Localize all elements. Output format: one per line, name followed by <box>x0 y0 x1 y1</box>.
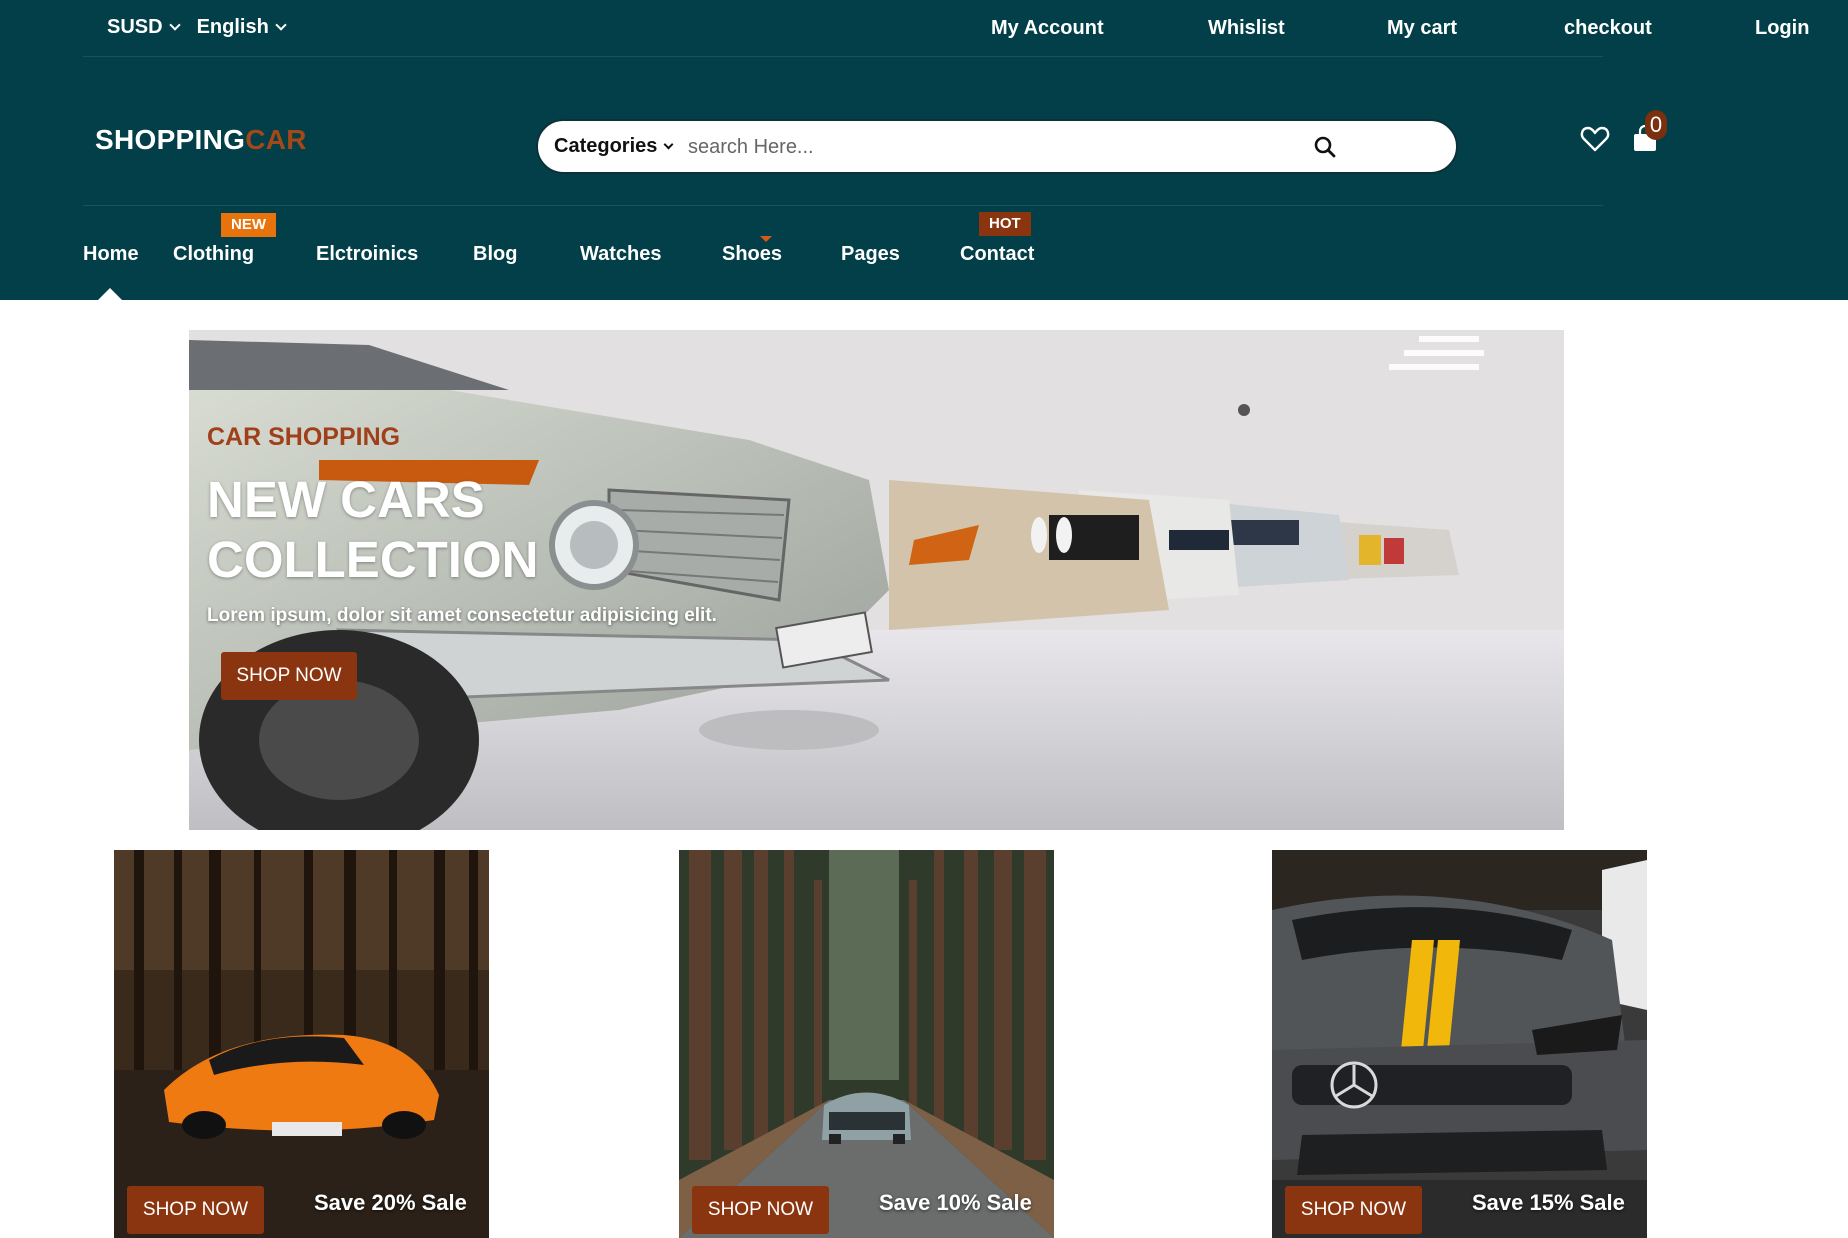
language-label: English <box>196 16 269 38</box>
wishlist-link[interactable]: Whislist <box>1208 17 1285 40</box>
hero-banner: CAR SHOPPING NEW CARS COLLECTION Lorem i… <box>189 330 1564 830</box>
forest-road-car-image <box>679 850 1054 1238</box>
card-sale-label: Save 10% Sale <box>879 1190 1032 1215</box>
nav-item-clothing[interactable]: Clothing <box>173 243 254 266</box>
hero-description: Lorem ipsum, dolor sit amet consectetur … <box>207 605 717 626</box>
nav-item-pages[interactable]: Pages <box>841 243 900 266</box>
nav-divider <box>83 205 1603 206</box>
categories-label: Categories <box>554 135 658 157</box>
my-cart-link[interactable]: My cart <box>1387 17 1457 40</box>
currency-label: SUSD <box>107 16 163 38</box>
currency-select[interactable]: SUSD <box>107 16 181 39</box>
nav-item-blog[interactable]: Blog <box>473 243 517 266</box>
top-bar: SUSD English My Account Whislist My cart… <box>83 0 1809 57</box>
grey-mercedes-image <box>1272 850 1647 1238</box>
language-select[interactable]: English <box>196 16 287 39</box>
nav-item-shoes[interactable]: Shoes <box>722 243 782 266</box>
nav-item-watches[interactable]: Watches <box>580 243 662 266</box>
site-header: SUSD English My Account Whislist My cart… <box>0 0 1848 300</box>
checkout-link[interactable]: checkout <box>1564 17 1652 40</box>
my-account-link[interactable]: My Account <box>991 17 1104 40</box>
heart-icon[interactable] <box>1580 125 1610 153</box>
nav-item-home[interactable]: Home <box>83 243 139 266</box>
card-sale-label: Save 15% Sale <box>1472 1190 1625 1215</box>
active-nav-indicator <box>98 288 122 300</box>
search-icon <box>1314 136 1336 158</box>
hero-title: NEW CARS COLLECTION <box>207 471 539 588</box>
search-button[interactable] <box>1308 131 1342 165</box>
promo-card: SHOP NOW Save 15% Sale <box>1272 850 1647 1238</box>
search-bar: Categories <box>536 119 1458 174</box>
card-shop-now-button[interactable]: SHOP NOW <box>127 1186 264 1234</box>
promo-card: SHOP NOW Save 10% Sale <box>679 850 1054 1238</box>
dropdown-indicator-icon <box>760 236 772 242</box>
nav-item-contact[interactable]: Contact <box>960 243 1034 266</box>
promo-card: SHOP NOW Save 20% Sale <box>114 850 489 1238</box>
card-shop-now-button[interactable]: SHOP NOW <box>1285 1186 1422 1234</box>
orange-sports-car-image <box>114 850 489 1238</box>
hero-shop-now-button[interactable]: SHOP NOW <box>221 652 357 700</box>
chevron-down-icon <box>663 139 674 149</box>
search-input[interactable] <box>688 129 1328 165</box>
cart-count-badge: 0 <box>1645 110 1667 140</box>
hot-badge: HOT <box>979 212 1031 236</box>
logo-text-main: SHOPPING <box>95 124 246 155</box>
new-badge: NEW <box>221 213 276 237</box>
login-link[interactable]: Login <box>1755 17 1809 40</box>
locale-selectors: SUSD English <box>107 16 287 39</box>
card-shop-now-button[interactable]: SHOP NOW <box>692 1186 829 1234</box>
site-logo[interactable]: SHOPPINGCAR <box>95 124 307 156</box>
categories-select[interactable]: Categories <box>554 135 674 158</box>
chevron-down-icon <box>275 19 287 31</box>
nav-item-electronics[interactable]: Elctroinics <box>316 243 418 266</box>
logo-text-accent: CAR <box>245 124 307 155</box>
hero-kicker: CAR SHOPPING <box>207 423 401 451</box>
chevron-down-icon <box>168 19 181 31</box>
card-sale-label: Save 20% Sale <box>314 1190 467 1215</box>
